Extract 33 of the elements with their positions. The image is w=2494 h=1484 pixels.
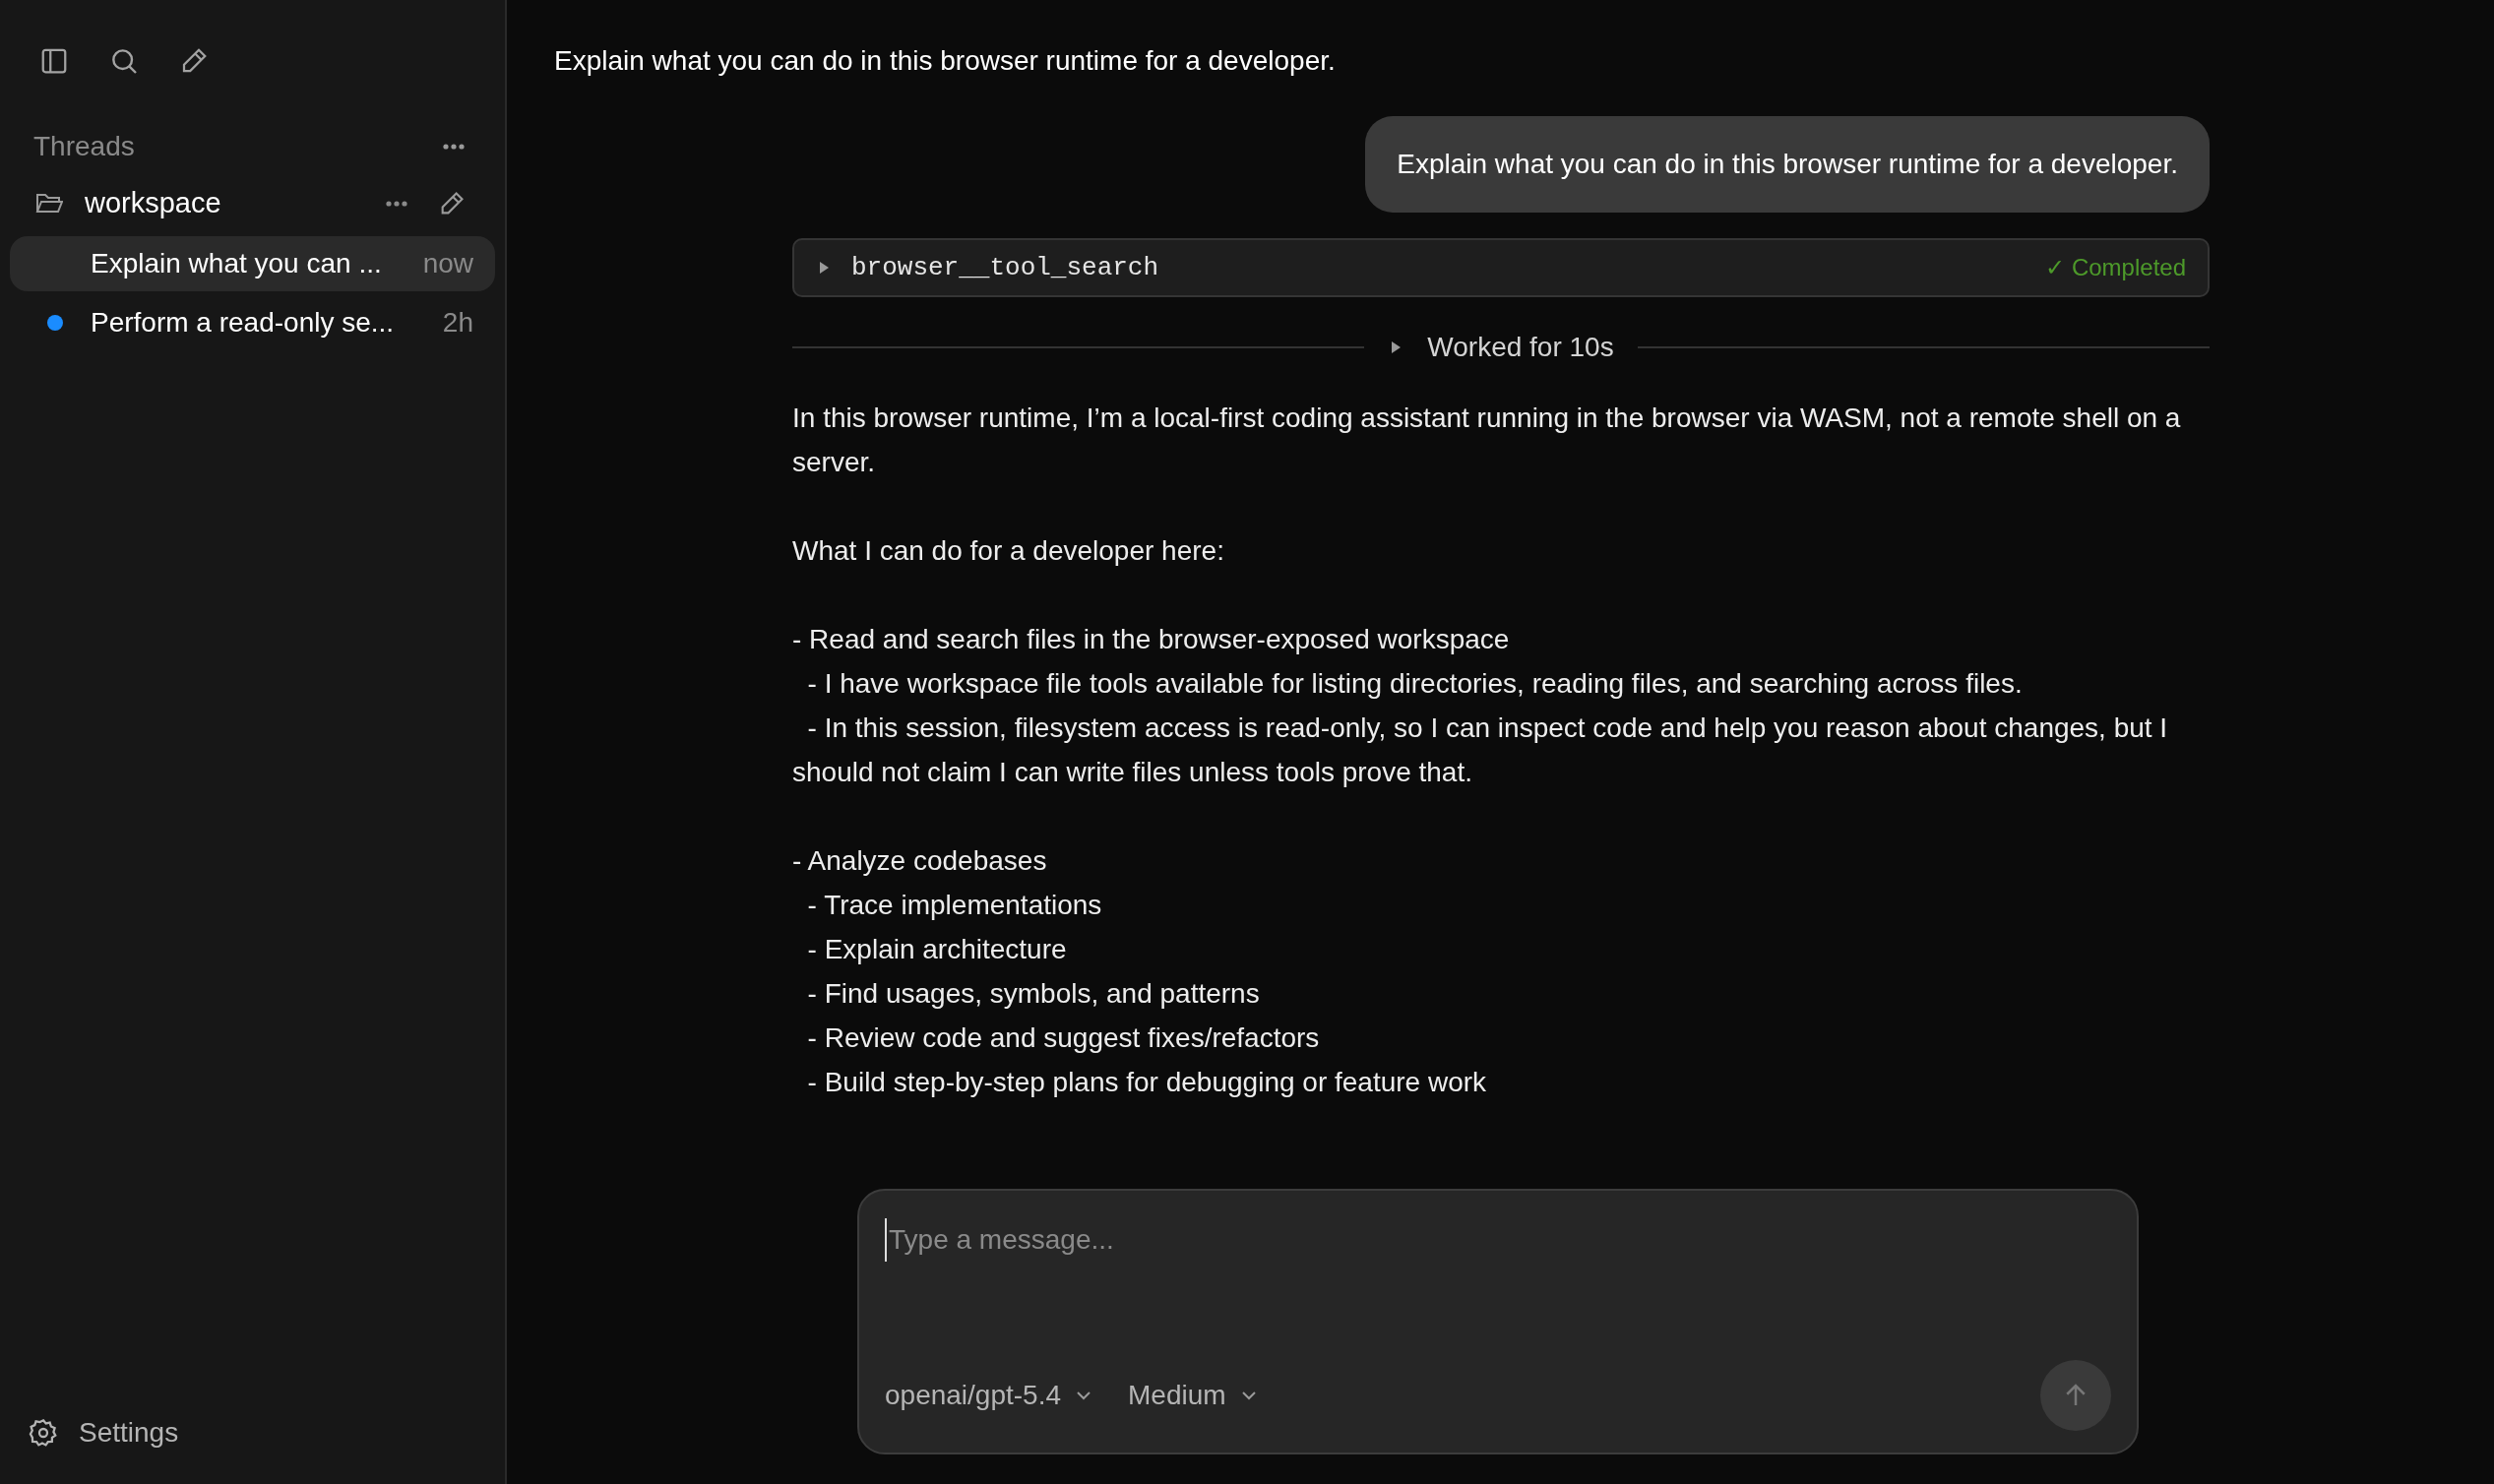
- sidebar-toggle-icon[interactable]: [39, 46, 69, 76]
- more-icon[interactable]: [385, 200, 408, 208]
- answer-text: What I can do for a developer here:: [792, 534, 1225, 568]
- thread-time: 2h: [442, 306, 473, 340]
- status-label: ✓ Completed: [2045, 253, 2186, 282]
- settings-button[interactable]: Settings: [10, 1403, 495, 1462]
- tool-name: browser__tool_search: [851, 251, 1159, 284]
- chevron-down-icon: [1239, 1390, 1258, 1401]
- answer-text: In this browser runtime, I’m a local-first coding assistant running in the browser via WASM, not a remote shell on a server.: [792, 402, 2182, 479]
- worked-toggle[interactable]: Worked for 10s: [1388, 327, 1614, 368]
- answer-text: - Analyze codebases: [792, 844, 1048, 878]
- model-dropdown[interactable]: openai/gpt-5.4: [885, 1375, 1093, 1416]
- folder-name[interactable]: workspace: [85, 182, 221, 225]
- more-icon[interactable]: [442, 143, 466, 151]
- thread-item[interactable]: Perform a read-only se... 2h: [10, 295, 495, 350]
- user-message: Explain what you can do in this browser runtime for a developer.: [1365, 116, 2210, 213]
- answer-text: - Find usages, symbols, and patterns: [806, 977, 1261, 1011]
- section-title: Threads: [33, 130, 135, 163]
- answer-text: - Read and search files in the browser-exposed workspace: [792, 623, 1511, 656]
- answer-text: - Explain architecture: [806, 933, 1068, 966]
- answer-text: - I have workspace file tools available for listing directories, reading files, and searching across files.: [806, 667, 2024, 701]
- message-input[interactable]: Type a message...: [885, 1218, 2111, 1262]
- thread-title: Explain what you can do in this browser runtime for a developer.: [554, 44, 1336, 78]
- answer-text: - Trace implementations: [806, 889, 1103, 922]
- tool-call-row[interactable]: browser__tool_search ✓ Completed: [792, 238, 2210, 297]
- answer-text: - Build step-by-step plans for debugging or feature work: [806, 1066, 1488, 1099]
- answer-text: - Review code and suggest fixes/refactors: [806, 1021, 1321, 1055]
- gear-icon: [28, 1417, 59, 1449]
- answer-text: - In this session, filesystem access is read-only, so I can inspect code and help you reason about changes, but I should not claim I can write files unless tools prove that.: [792, 711, 2169, 789]
- chevron-down-icon: [1075, 1390, 1093, 1401]
- thread-time: now: [422, 247, 473, 280]
- effort-dropdown[interactable]: Medium: [1128, 1375, 1258, 1416]
- thread-item[interactable]: Explain what you can ... now: [10, 236, 495, 291]
